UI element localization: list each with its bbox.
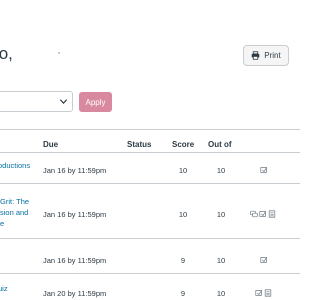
due-date: Jan 16 by 11:59pm (43, 166, 107, 175)
filter-select[interactable] (0, 91, 73, 112)
column-header-due: Due (43, 140, 59, 149)
column-header-out-of: Out of (208, 140, 232, 149)
assignment-link[interactable]: oductions (0, 160, 30, 171)
due-date: Jan 16 by 11:59pm (43, 210, 107, 219)
rubric-icon[interactable] (268, 210, 276, 218)
assignment-link[interactable]: Grit: The (0, 196, 29, 207)
out-of-value: 10 (216, 210, 226, 219)
row-divider (0, 238, 300, 239)
score-value: 9 (180, 256, 186, 265)
comments-icon[interactable] (250, 210, 258, 218)
out-of-value: 10 (216, 289, 226, 298)
print-button-label: Print (264, 51, 281, 60)
column-header-score: Score (172, 140, 195, 149)
score-value: 10 (178, 210, 188, 219)
title-artifact (58, 52, 60, 54)
page-title: to, (0, 44, 13, 63)
due-date: Jan 20 by 11:59pm (43, 289, 107, 298)
submission-icon[interactable] (255, 289, 263, 297)
rubric-icon[interactable] (264, 289, 272, 297)
out-of-value: 10 (216, 166, 226, 175)
assignment-link-line[interactable]: sion and (0, 207, 28, 218)
row-divider (0, 183, 300, 184)
score-value: 9 (180, 289, 186, 298)
assignment-link[interactable]: uiz (0, 283, 8, 294)
assignment-link-line[interactable]: e (0, 218, 4, 229)
apply-button[interactable]: Apply (79, 92, 112, 112)
score-value: 10 (178, 166, 188, 175)
header-divider (0, 152, 300, 153)
out-of-value: 10 (216, 256, 226, 265)
table-top-divider (0, 129, 300, 130)
chevron-down-icon (59, 99, 68, 104)
print-button[interactable]: Print (243, 45, 289, 66)
submission-icon[interactable] (260, 166, 268, 174)
printer-icon (251, 51, 260, 60)
due-date: Jan 16 by 11:59pm (43, 256, 107, 265)
submission-icon[interactable] (259, 210, 267, 218)
row-divider (0, 273, 300, 274)
submission-icon[interactable] (260, 256, 268, 264)
column-header-status: Status (127, 140, 152, 149)
